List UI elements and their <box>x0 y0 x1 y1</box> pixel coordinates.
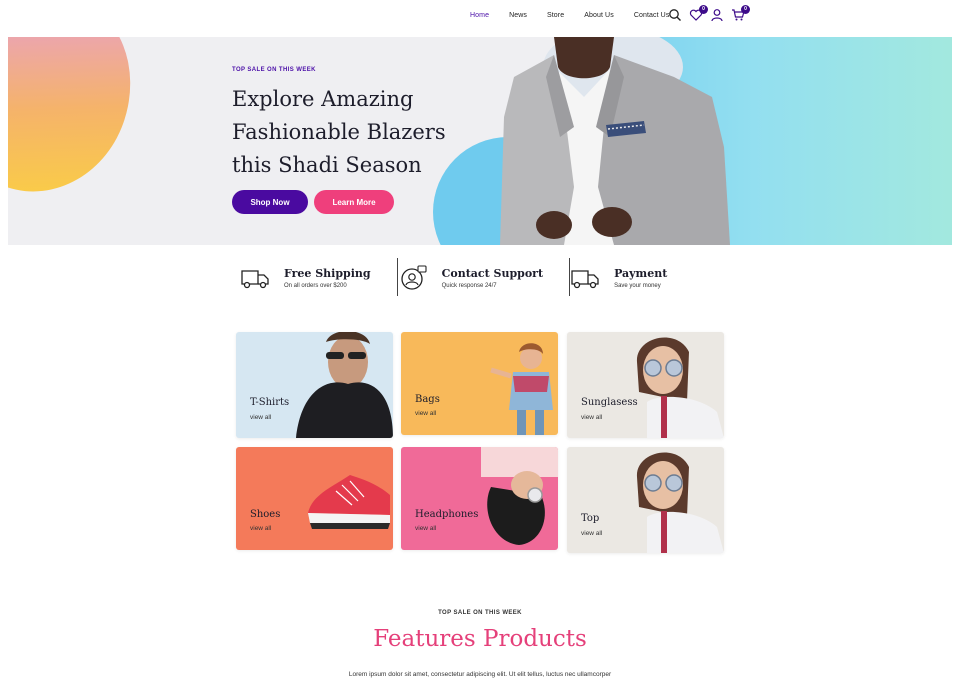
wishlist-count-badge: 0 <box>699 5 708 14</box>
support-icon <box>400 265 427 290</box>
hero-buttons: Shop Now Learn More <box>232 190 394 214</box>
products-section-title: Features Products <box>373 626 587 652</box>
products-eyebrow: TOP SALE ON THIS WEEK <box>438 610 522 616</box>
category-title: Shoes <box>250 509 281 520</box>
cart-count-badge: 0 <box>741 5 750 14</box>
category-card-tshirts[interactable]: T-Shirts view all <box>236 332 393 438</box>
hero-title: Explore Amazing Fashionable Blazers this… <box>232 83 492 182</box>
nav-link-news[interactable]: News <box>509 12 527 19</box>
feature-title: Free Shipping <box>284 267 371 280</box>
hero-title-line-3: this Shadi Season <box>232 153 422 177</box>
shop-now-button[interactable]: Shop Now <box>232 190 308 214</box>
nav-link-contact-us[interactable]: Contact Us <box>634 12 670 19</box>
feature-subtitle: On all orders over $200 <box>284 283 347 289</box>
view-all-link[interactable]: view all <box>250 414 271 421</box>
top-model-image <box>636 452 724 553</box>
sunglasses-model-image <box>636 337 724 438</box>
category-card-top[interactable]: Top view all <box>567 447 724 553</box>
learn-more-button[interactable]: Learn More <box>314 190 394 214</box>
features-strip: Free Shipping On all orders over $200 Co… <box>240 258 740 298</box>
truck-icon <box>571 270 599 289</box>
view-all-link[interactable]: view all <box>581 414 602 421</box>
decorative-blob-left <box>8 37 156 216</box>
category-title: T-Shirts <box>250 397 290 408</box>
top-nav: Home News Store About Us Contact Us 0 0 <box>0 0 974 36</box>
cart-icon[interactable]: 0 <box>731 5 750 22</box>
category-title: Bags <box>415 394 440 405</box>
hero-model-image <box>500 37 730 245</box>
hero-eyebrow: TOP SALE ON THIS WEEK <box>232 67 316 73</box>
shoe-image <box>308 475 390 529</box>
tshirt-model-image <box>296 332 393 438</box>
heart-icon[interactable]: 0 <box>689 5 708 22</box>
products-section-description: Lorem ipsum dolor sit amet, consectetur … <box>348 671 612 678</box>
feature-contact-support: Contact Support Quick response 24/7 <box>398 258 569 298</box>
category-card-shoes[interactable]: Shoes view all <box>236 447 393 550</box>
hero-banner: TOP SALE ON THIS WEEK Explore Amazing Fa… <box>8 37 952 245</box>
view-all-link[interactable]: view all <box>415 410 436 417</box>
category-card-bags[interactable]: Bags view all <box>401 332 558 435</box>
category-title: Headphones <box>415 509 479 520</box>
hero-title-line-1: Explore Amazing <box>232 87 414 111</box>
hero-title-line-2: Fashionable Blazers <box>232 120 446 144</box>
feature-title: Payment <box>614 267 668 280</box>
feature-subtitle: Quick response 24/7 <box>441 283 497 289</box>
feature-payment: Payment Save your money <box>570 258 693 298</box>
view-all-link[interactable]: view all <box>415 525 436 532</box>
truck-icon <box>241 270 269 289</box>
nav-link-store[interactable]: Store <box>547 12 564 19</box>
category-title: Sunglasess <box>581 397 638 408</box>
headphones-model-image <box>481 447 558 545</box>
nav-links: Home News Store About Us Contact Us <box>470 12 689 19</box>
category-card-headphones[interactable]: Headphones view all <box>401 447 558 550</box>
user-icon[interactable] <box>710 8 724 22</box>
nav-link-about-us[interactable]: About Us <box>584 12 614 19</box>
category-title: Top <box>581 513 600 524</box>
feature-free-shipping: Free Shipping On all orders over $200 <box>240 258 397 298</box>
bags-model-image <box>490 343 553 435</box>
feature-title: Contact Support <box>441 267 544 280</box>
feature-subtitle: Save your money <box>614 283 661 289</box>
category-card-sunglasses[interactable]: Sunglasess view all <box>567 332 724 438</box>
view-all-link[interactable]: view all <box>581 530 602 537</box>
nav-icons: 0 0 <box>668 5 750 22</box>
view-all-link[interactable]: view all <box>250 525 271 532</box>
nav-link-home[interactable]: Home <box>470 12 489 19</box>
search-icon[interactable] <box>668 8 682 22</box>
